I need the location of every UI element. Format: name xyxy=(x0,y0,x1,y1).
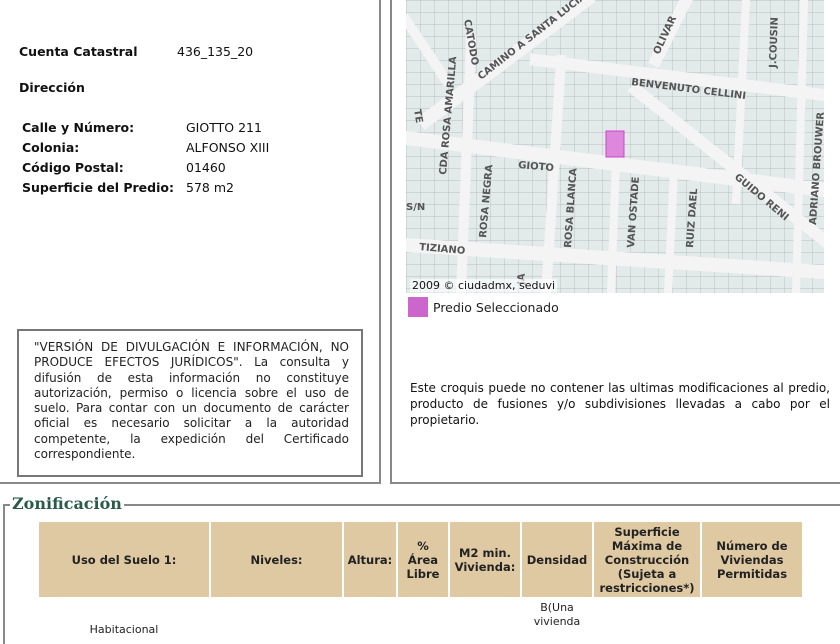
cell-altura xyxy=(344,597,396,637)
map-drawing: CATODO CAMINO A SANTA LUCIA OLIVAR J.COU… xyxy=(406,0,824,293)
col-niveles: Niveles: xyxy=(211,522,342,597)
field-label: Código Postal: xyxy=(22,160,124,175)
field-value: GIOTTO 211 xyxy=(186,120,262,135)
field-label: Calle y Número: xyxy=(22,120,135,135)
col-m2-min: M2 min. Vivienda: xyxy=(450,522,520,597)
field-value: 578 m2 xyxy=(186,180,234,195)
field-value: 01460 xyxy=(186,160,226,175)
selected-lot-swatch-icon xyxy=(408,297,428,317)
croquis-note: Este croquis puede no contener las ultim… xyxy=(410,381,830,427)
col-num-viviendas: Número de Viviendas Permitidas xyxy=(702,522,802,597)
field-cp: Código Postal: 01460 xyxy=(22,160,226,175)
cuenta-catastral: Cuenta Catastral 436_135_20 xyxy=(19,44,253,59)
cell-uso-suelo: Habitacional xyxy=(89,623,159,636)
field-calle: Calle y Número: GIOTTO 211 xyxy=(22,120,262,135)
col-superficie-max: Superficie Máxima de Construcción (Sujet… xyxy=(594,522,700,597)
table-header-row: Uso del Suelo 1: Niveles: Altura: % Área… xyxy=(39,522,802,597)
field-colonia: Colonia: ALFONSO XIII xyxy=(22,140,269,155)
map-legend: Predio Seleccionado xyxy=(408,297,559,317)
cell-area-libre xyxy=(398,597,448,637)
legend-label: Predio Seleccionado xyxy=(433,299,559,315)
table-row: Habitacional B(Una vivienda xyxy=(39,597,802,637)
street-label: J.COUSIN xyxy=(768,17,781,69)
street-label: S/N xyxy=(406,202,425,213)
cell-niveles xyxy=(211,597,342,637)
field-superficie: Superficie del Predio: 578 m2 xyxy=(22,180,234,195)
col-densidad: Densidad xyxy=(522,522,592,597)
col-area-libre: % Área Libre xyxy=(398,522,448,597)
cadastral-map[interactable]: CATODO CAMINO A SANTA LUCIA OLIVAR J.COU… xyxy=(406,0,824,293)
map-credit: 2009 © ciudadmx, seduvi xyxy=(410,279,558,292)
field-value: ALFONSO XIII xyxy=(186,140,270,155)
selected-lot[interactable] xyxy=(605,130,625,158)
disclaimer-notice: "VERSIÓN DE DIVULGACIÓN E INFORMACIÓN, N… xyxy=(17,329,363,477)
zonificacion-title: Zonificación xyxy=(10,494,124,513)
cell-superficie-max xyxy=(594,597,700,637)
cuenta-label: Cuenta Catastral xyxy=(19,44,138,59)
cuenta-value: 436_135_20 xyxy=(177,44,254,59)
cell-densidad: B(Una vivienda xyxy=(533,601,581,628)
zonificacion-table: Uso del Suelo 1: Niveles: Altura: % Área… xyxy=(37,522,804,637)
cell-m2-min xyxy=(450,597,520,637)
field-label: Superficie del Predio: xyxy=(22,180,174,195)
col-altura: Altura: xyxy=(344,522,396,597)
field-label: Colonia: xyxy=(22,140,80,155)
direccion-heading: Dirección xyxy=(19,80,85,95)
col-uso-suelo: Uso del Suelo 1: xyxy=(39,522,209,597)
cell-num-viviendas xyxy=(702,597,802,637)
